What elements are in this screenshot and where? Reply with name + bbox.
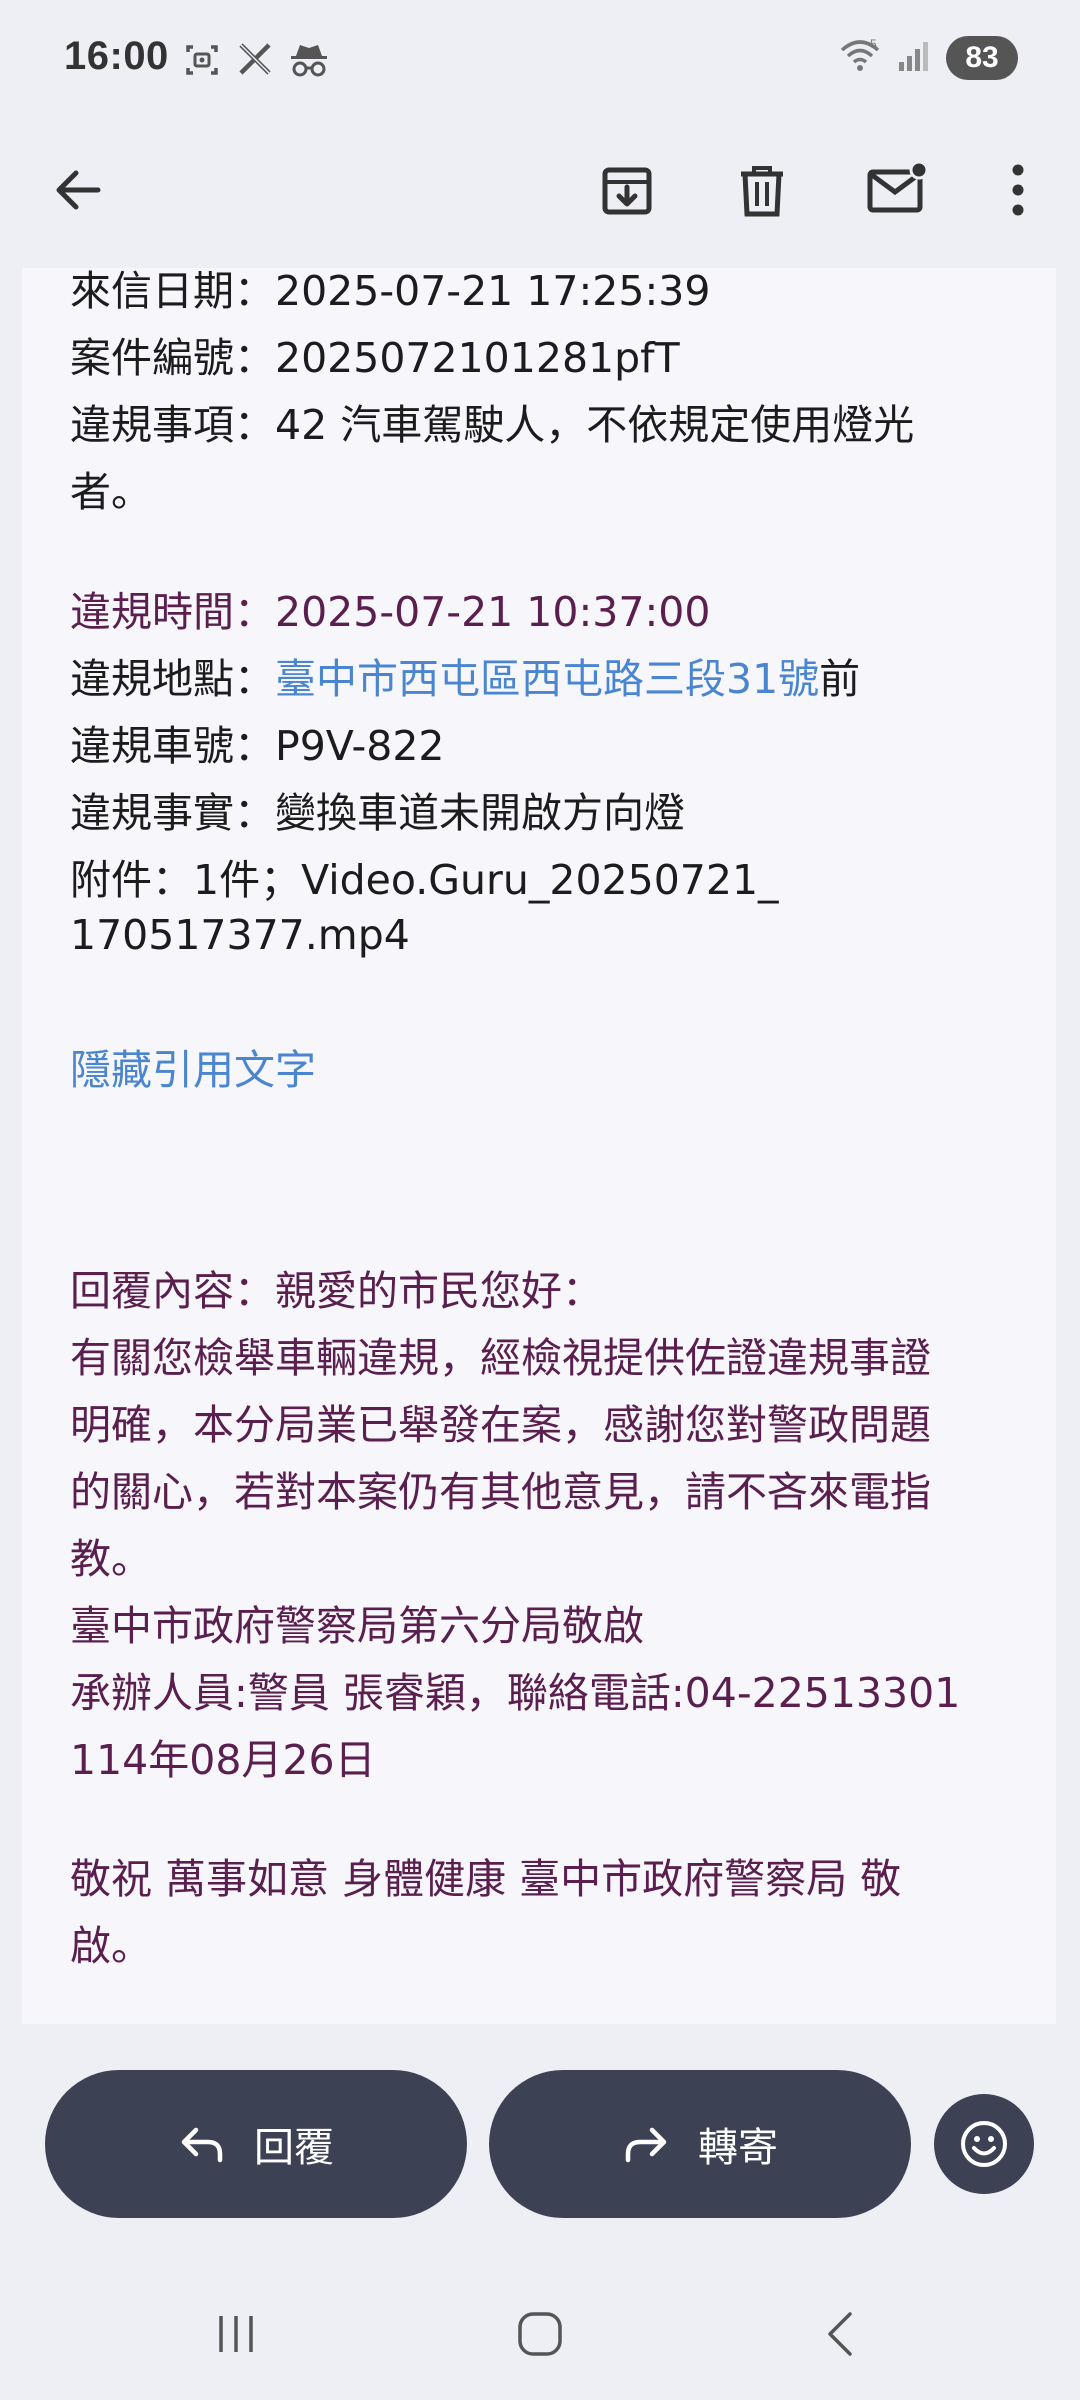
emoji-reaction-button[interactable] <box>934 2094 1034 2194</box>
reply-title: 回覆內容：親愛的市民您好： <box>70 1267 603 1315</box>
reply-icon <box>181 2127 223 2163</box>
received-date: 來信日期：2025-07-21 17:25:39 <box>70 267 711 315</box>
x-app-icon <box>236 40 274 80</box>
back-nav-button[interactable] <box>800 2268 880 2400</box>
violation-item-line-2: 者。 <box>70 468 152 516</box>
system-nav-bar <box>0 2268 1080 2400</box>
back-nav-icon <box>828 2312 852 2356</box>
hide-quoted-text-link[interactable]: 隱藏引用文字 <box>70 1037 1030 1104</box>
delete-icon <box>741 166 783 217</box>
reply-body-line-4: 教。 <box>70 1535 152 1583</box>
home-icon <box>518 2312 562 2356</box>
forward-button[interactable]: 轉寄 <box>489 2070 911 2218</box>
signature-organization: 臺中市政府警察局第六分局敬啟 <box>70 1602 644 1650</box>
recent-apps-icon <box>219 2316 253 2352</box>
signature-date: 114年08月26日 <box>70 1736 376 1784</box>
svg-text:5: 5 <box>870 37 877 51</box>
email-body: 來信日期：2025-07-21 17:25:39 案件編號：2025072101… <box>70 267 1030 1980</box>
archive-icon <box>602 167 652 215</box>
forward-label: 轉寄 <box>698 2125 778 2171</box>
more-vert-icon <box>1012 164 1024 216</box>
closing-line-1: 敬祝 萬事如意 身體健康 臺中市政府警察局 敬 <box>70 1855 902 1903</box>
delete-button[interactable] <box>712 140 812 240</box>
email-toolbar <box>0 120 1080 268</box>
violation-item-line-1: 違規事項：42 汽車駕駛人，不依規定使用燈光 <box>70 401 915 449</box>
battery-indicator: 83 <box>946 36 1018 80</box>
email-content-card: 來信日期：2025-07-21 17:25:39 案件編號：2025072101… <box>22 267 1056 2024</box>
violation-place-link[interactable]: 臺中市西屯區西屯路三段31號 <box>275 655 819 703</box>
emoji-icon <box>961 2121 1007 2167</box>
forward-icon <box>625 2127 667 2163</box>
arrow-left-icon <box>56 170 101 210</box>
archive-button[interactable] <box>577 140 677 240</box>
incognito-icon <box>288 40 330 80</box>
status-bar: 16:00 5 83 <box>0 0 1080 120</box>
attachment-line-2: 170517377.mp4 <box>70 911 410 959</box>
more-options-button[interactable] <box>968 140 1068 240</box>
reply-content: 回覆內容：親愛的市民您好： 有關您檢舉車輛違規，經檢視提供佐證違規事證 明確，本… <box>70 1258 1030 1980</box>
back-button[interactable] <box>28 140 128 240</box>
status-system-icons: 5 83 <box>838 36 1018 80</box>
violation-time: 違規時間：2025-07-21 10:37:00 <box>70 588 711 636</box>
reply-button[interactable]: 回覆 <box>45 2070 467 2218</box>
case-number: 案件編號：2025072101281pfT <box>70 334 680 382</box>
mark-unread-icon <box>867 160 929 213</box>
wifi-icon: 5 <box>838 36 882 80</box>
mark-unread-button[interactable] <box>848 140 948 240</box>
violation-place-suffix: 前 <box>819 655 861 703</box>
signature-officer: 承辦人員:警員 張睿穎，聯絡電話:04-22513301 <box>70 1669 961 1717</box>
screenshot-icon <box>182 40 222 80</box>
violation-plate: 違規車號：P9V-822 <box>70 722 445 770</box>
violation-fact: 違規事實：變換車道未開啟方向燈 <box>70 789 685 837</box>
reply-body-line-2: 明確，本分局業已舉發在案，感謝您對警政問題 <box>70 1401 931 1449</box>
attachment-line-1: 附件：1件；Video.Guru_20250721_ <box>70 856 779 904</box>
recent-apps-button[interactable] <box>196 2268 276 2400</box>
status-notification-icons <box>182 40 330 80</box>
violation-place-label: 違規地點： <box>70 655 275 703</box>
home-button[interactable] <box>500 2268 580 2400</box>
reply-body-line-1: 有關您檢舉車輛違規，經檢視提供佐證違規事證 <box>70 1334 931 1382</box>
reply-body-line-3: 的關心，若對本案仍有其他意見，請不吝來電指 <box>70 1468 931 1516</box>
closing-line-2: 啟。 <box>70 1922 152 1970</box>
violation-place: 違規地點：臺中市西屯區西屯路三段31號前 <box>70 646 1030 713</box>
status-time: 16:00 <box>64 34 169 78</box>
reply-label: 回覆 <box>254 2125 334 2171</box>
signal-icon <box>896 38 932 78</box>
